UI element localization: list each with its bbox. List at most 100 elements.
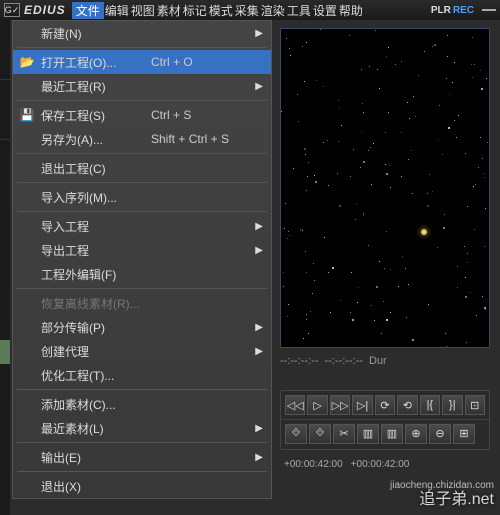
menu-item[interactable]: 退出工程(C): [13, 156, 271, 180]
menu-item: 恢复离线素材(R)...: [13, 291, 271, 315]
transport-row-1: ◁◁▷▷▷▷|⟳⟲|{}|⊡: [281, 391, 489, 419]
menu-bar: 文件编辑视图素材标记模式采集渲染工具设置帮助: [72, 2, 431, 19]
menu-item-label: 导入序列(M)...: [41, 189, 151, 206]
menu-item-label: 新建(N): [41, 25, 151, 42]
menu-item-label: 工程外编辑(F): [41, 266, 151, 283]
menu-item-label: 打开工程(O)...: [41, 54, 151, 71]
menu-2[interactable]: 视图: [130, 2, 156, 19]
menu-item[interactable]: 导入序列(M)...: [13, 185, 271, 209]
menu-item-label: 退出工程(C): [41, 160, 151, 177]
menu-separator: [17, 471, 267, 472]
menu-item-label: 部分传输(P): [41, 319, 151, 336]
menu-item[interactable]: 工程外编辑(F): [13, 262, 271, 286]
menu-item-label: 导入工程: [41, 218, 151, 235]
menu-item-shortcut: Shift + Ctrl + S: [151, 132, 229, 146]
menu-separator: [17, 389, 267, 390]
menu-separator: [17, 47, 267, 48]
menu-1[interactable]: 编辑: [104, 2, 130, 19]
timecode-1: +00:00:42:00: [284, 459, 343, 470]
menu-6[interactable]: 采集: [234, 2, 260, 19]
app-logo: G✓: [4, 3, 20, 17]
transport-button[interactable]: ⟐: [285, 424, 307, 444]
menu-item-label: 最近工程(R): [41, 78, 151, 95]
menu-item-icon: 📂: [19, 55, 35, 69]
menu-separator: [17, 100, 267, 101]
menu-item[interactable]: 💾保存工程(S)Ctrl + S: [13, 103, 271, 127]
menu-9[interactable]: 设置: [312, 2, 338, 19]
workspace: 新建(N) ▶ 📂 打开工程(O)...Ctrl + O最近工程(R) ▶ 💾 保存工程(S…: [0, 20, 500, 515]
submenu-arrow-icon: ▶: [255, 81, 263, 92]
menu-item[interactable]: 最近工程(R) ▶: [13, 74, 271, 98]
menu-3[interactable]: 素材: [156, 2, 182, 19]
watermark-text: 追子弟.net: [419, 485, 494, 509]
menu-item-label: 恢复离线素材(R)...: [41, 295, 151, 312]
transport-button[interactable]: ▷▷: [330, 395, 350, 415]
menu-item[interactable]: 另存为(A)...Shift + Ctrl + S: [13, 127, 271, 151]
transport-button[interactable]: ⊖: [429, 424, 451, 444]
transport-button[interactable]: |{: [420, 395, 440, 415]
transport-button[interactable]: ⊡: [465, 395, 485, 415]
menu-item[interactable]: 退出(X): [13, 474, 271, 498]
transport-button[interactable]: }|: [442, 395, 462, 415]
menu-separator: [17, 211, 267, 212]
in-point: --:--:--:--: [280, 355, 318, 367]
transport-button[interactable]: ✂: [333, 424, 355, 444]
menu-5[interactable]: 模式: [208, 2, 234, 19]
transport-button[interactable]: ▥: [357, 424, 379, 444]
submenu-arrow-icon: ▶: [255, 245, 263, 256]
menu-item[interactable]: 导入工程▶: [13, 214, 271, 238]
menu-separator: [17, 153, 267, 154]
transport-button[interactable]: ⊞: [453, 424, 475, 444]
menu-separator: [17, 182, 267, 183]
window-status: PLR REC: [431, 5, 496, 16]
menu-item-label: 保存工程(S): [41, 107, 151, 124]
menu-item-label: 创建代理: [41, 343, 151, 360]
menu-item[interactable]: 📂 打开工程(O)...Ctrl + O: [13, 50, 271, 74]
menu-item[interactable]: 导出工程 ▶: [13, 238, 271, 262]
menu-item[interactable]: 添加素材(C)...: [13, 392, 271, 416]
submenu-arrow-icon: ▶: [255, 28, 263, 39]
transport-panel: ◁◁▷▷▷▷|⟳⟲|{}|⊡ ⟐⟐✂▥▥⊕⊖⊞: [280, 390, 490, 450]
menu-item-label: 导出工程: [41, 242, 151, 259]
transport-button[interactable]: ⊕: [405, 424, 427, 444]
menu-item-icon: 💾: [19, 108, 35, 122]
timecode-info: --:--:--:-- --:--:--:-- Dur: [280, 355, 490, 367]
title-bar: G✓ EDIUS 文件编辑视图素材标记模式采集渲染工具设置帮助 PLR REC: [0, 0, 500, 20]
menu-item-label: 最近素材(L): [41, 420, 151, 437]
app-name: EDIUS: [24, 3, 66, 17]
menu-item[interactable]: 输出(E)▶: [13, 445, 271, 469]
menu-4[interactable]: 标记: [182, 2, 208, 19]
menu-separator: [17, 442, 267, 443]
transport-row-2: ⟐⟐✂▥▥⊕⊖⊞: [281, 419, 489, 447]
menu-8[interactable]: 工具: [286, 2, 312, 19]
out-point: --:--:--:--: [324, 355, 362, 367]
menu-item[interactable]: 新建(N) ▶: [13, 21, 271, 45]
transport-button[interactable]: ◁◁: [285, 395, 305, 415]
transport-button[interactable]: ⟐: [309, 424, 331, 444]
menu-10[interactable]: 帮助: [338, 2, 364, 19]
menu-0[interactable]: 文件: [72, 2, 104, 19]
menu-item-shortcut: Ctrl + O: [151, 55, 193, 69]
timecode-row: +00:00:42:00 +00:00:42:00: [280, 455, 490, 474]
transport-button[interactable]: ⟳: [375, 395, 395, 415]
transport-button[interactable]: ▷|: [352, 395, 372, 415]
submenu-arrow-icon: ▶: [255, 322, 263, 333]
transport-button[interactable]: ▷: [307, 395, 327, 415]
menu-item-label: 输出(E): [41, 449, 151, 466]
menu-item[interactable]: 部分传输(P) ▶: [13, 315, 271, 339]
left-gutter: [0, 20, 10, 515]
menu-item[interactable]: 优化工程(T)...: [13, 363, 271, 387]
submenu-arrow-icon: ▶: [255, 423, 263, 434]
minimize-button[interactable]: [482, 9, 496, 11]
file-menu-dropdown: 新建(N) ▶ 📂 打开工程(O)...Ctrl + O最近工程(R) ▶ 💾 保存工程(S…: [12, 20, 272, 499]
menu-item-label: 退出(X): [41, 478, 151, 495]
transport-button[interactable]: ⟲: [397, 395, 417, 415]
transport-button[interactable]: ▥: [381, 424, 403, 444]
dur-label: Dur: [369, 355, 387, 367]
menu-item-label: 添加素材(C)...: [41, 396, 151, 413]
timecode-2: +00:00:42:00: [351, 459, 410, 470]
menu-separator: [17, 288, 267, 289]
menu-7[interactable]: 渲染: [260, 2, 286, 19]
menu-item[interactable]: 创建代理▶: [13, 339, 271, 363]
menu-item[interactable]: 最近素材(L) ▶: [13, 416, 271, 440]
